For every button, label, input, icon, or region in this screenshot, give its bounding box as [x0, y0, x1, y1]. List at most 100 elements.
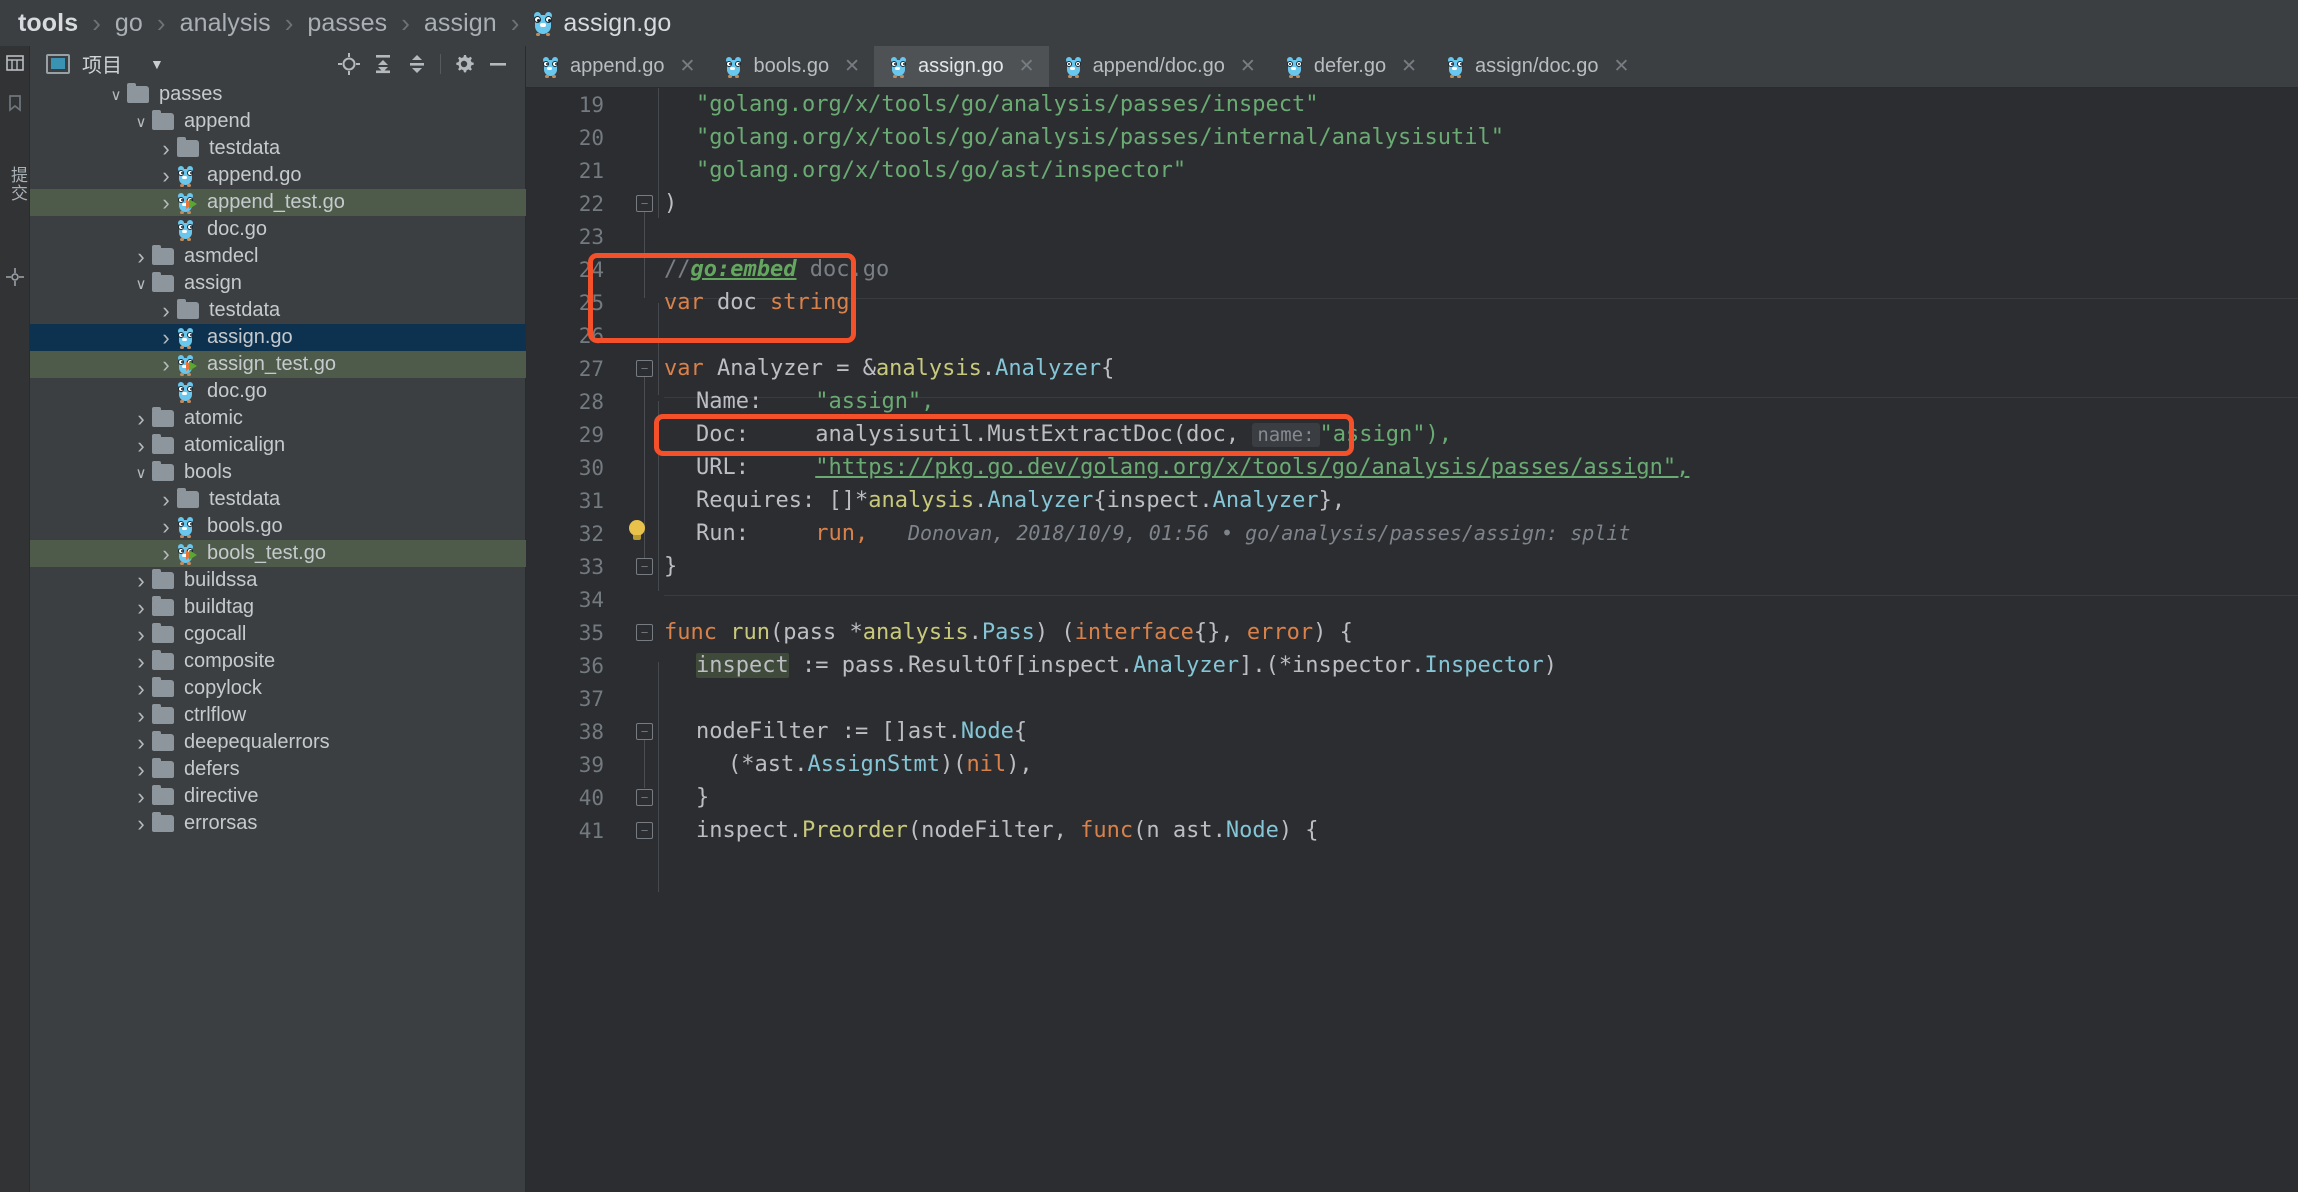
tree-row-testdata[interactable]: testdata [30, 297, 526, 324]
code-line-28[interactable]: Name: "assign", [696, 385, 934, 418]
tree-row-passes[interactable]: passes [30, 81, 526, 108]
breadcrumb-item-analysis[interactable]: analysis [180, 9, 271, 38]
close-icon[interactable]: ✕ [1240, 55, 1256, 78]
chevron-down-icon[interactable] [130, 275, 152, 293]
chevron-right-icon[interactable] [155, 298, 177, 324]
chevron-right-icon[interactable] [130, 784, 152, 810]
lightbulb-icon[interactable] [626, 520, 648, 542]
editor-tab-assign-go[interactable]: assign.go ✕ [874, 46, 1049, 87]
chevron-right-icon[interactable] [155, 136, 177, 162]
editor-tab-append-go[interactable]: append.go ✕ [526, 46, 709, 87]
breadcrumb-item-assign[interactable]: assign [424, 9, 497, 38]
code-line-30[interactable]: URL: "https://pkg.go.dev/golang.org/x/to… [696, 451, 1689, 484]
chevron-right-icon[interactable] [155, 163, 177, 189]
chevron-right-icon[interactable] [130, 595, 152, 621]
breadcrumb-item-passes[interactable]: passes [307, 9, 387, 38]
code-line-33[interactable]: } [664, 550, 677, 583]
tree-row-append-go[interactable]: append.go [30, 162, 526, 189]
tree-row-copylock[interactable]: copylock [30, 675, 526, 702]
editor-tab-defer-go[interactable]: defer.go ✕ [1270, 46, 1431, 87]
tree-row-bools[interactable]: bools [30, 459, 526, 486]
tree-row-testdata[interactable]: testdata [30, 486, 526, 513]
breadcrumb-item-tools[interactable]: tools [18, 9, 78, 38]
code-line-40[interactable]: } [696, 781, 709, 814]
code-line-31[interactable]: Requires: []*analysis.Analyzer{inspect.A… [696, 484, 1345, 517]
chevron-right-icon[interactable] [155, 487, 177, 513]
code-line-41[interactable]: inspect.Preorder(nodeFilter, func(n ast.… [696, 814, 1319, 847]
editor-tab-append-doc-go[interactable]: append/doc.go ✕ [1049, 46, 1270, 87]
fold-marker-imports[interactable] [636, 195, 653, 212]
close-icon[interactable]: ✕ [844, 55, 860, 78]
tree-row-doc-go[interactable]: doc.go [30, 216, 526, 243]
code-line-36[interactable]: inspect := pass.ResultOf[inspect.Analyze… [696, 649, 1557, 682]
breadcrumb-item-go[interactable]: go [115, 9, 143, 38]
tree-row-append-test-go[interactable]: append_test.go [30, 189, 526, 216]
chevron-down-icon[interactable] [105, 86, 127, 104]
fold-marker-analyzer[interactable] [636, 360, 653, 377]
settings-gear-icon[interactable] [447, 49, 481, 79]
fold-marker-run[interactable] [636, 624, 653, 641]
fold-marker-nodefilter[interactable] [636, 723, 653, 740]
chevron-down-icon[interactable] [130, 464, 152, 482]
chevron-right-icon[interactable] [155, 190, 177, 216]
code-line-32[interactable]: Run: run, Donovan, 2018/10/9, 01:56 • go… [696, 517, 1630, 550]
breadcrumb-item-file[interactable]: assign.go [563, 9, 671, 38]
chevron-down-icon[interactable] [130, 113, 152, 131]
tree-row-composite[interactable]: composite [30, 648, 526, 675]
tree-row-testdata[interactable]: testdata [30, 135, 526, 162]
commit-tool-label[interactable]: 提交 [0, 166, 30, 202]
collapse-all-icon[interactable] [400, 49, 434, 79]
bookmark-icon[interactable] [0, 88, 30, 118]
url-link[interactable]: "https://pkg.go.dev/golang.org/x/tools/g… [815, 455, 1689, 480]
tree-row-assign[interactable]: assign [30, 270, 526, 297]
code-content[interactable]: "golang.org/x/tools/go/analysis/passes/i… [658, 88, 2298, 1192]
tree-row-asmdecl[interactable]: asmdecl [30, 243, 526, 270]
tree-row-deepequalerrors[interactable]: deepequalerrors [30, 729, 526, 756]
tree-row-cgocall[interactable]: cgocall [30, 621, 526, 648]
tree-row-assign-test-go[interactable]: assign_test.go [30, 351, 526, 378]
editor-tab-assign-doc-go[interactable]: assign/doc.go ✕ [1431, 46, 1643, 87]
code-line-35[interactable]: func run(pass *analysis.Pass) (interface… [664, 616, 1353, 649]
chevron-right-icon[interactable] [130, 676, 152, 702]
chevron-right-icon[interactable] [155, 325, 177, 351]
code-line-24[interactable]: //go:embed doc.go [664, 253, 889, 286]
chevron-right-icon[interactable] [130, 244, 152, 270]
chevron-right-icon[interactable] [155, 352, 177, 378]
code-line-25[interactable]: var doc string [664, 286, 849, 319]
tree-row-ctrlflow[interactable]: ctrlflow [30, 702, 526, 729]
tree-row-directive[interactable]: directive [30, 783, 526, 810]
fold-marker-analyzer-end[interactable] [636, 558, 653, 575]
chevron-right-icon[interactable] [130, 406, 152, 432]
project-tree[interactable]: passes append testdata append.go append_test… [30, 81, 526, 1192]
tree-row-append[interactable]: append [30, 108, 526, 135]
fold-marker-nodefilter-end[interactable] [636, 789, 653, 806]
chevron-right-icon[interactable] [130, 730, 152, 756]
hide-panel-icon[interactable] [481, 49, 515, 79]
locate-file-icon[interactable] [332, 49, 366, 79]
chevron-down-icon[interactable]: ▼ [150, 56, 164, 72]
code-line-21[interactable]: "golang.org/x/tools/go/ast/inspector" [696, 154, 1186, 187]
expand-all-icon[interactable] [366, 49, 400, 79]
chevron-right-icon[interactable] [130, 433, 152, 459]
code-line-19[interactable]: "golang.org/x/tools/go/analysis/passes/i… [696, 88, 1319, 121]
code-line-39[interactable]: (*ast.AssignStmt)(nil), [728, 748, 1033, 781]
chevron-right-icon[interactable] [130, 622, 152, 648]
close-icon[interactable]: ✕ [1613, 55, 1629, 78]
code-viewport[interactable]: 19 20 21 22 23 24 25 26 27 28 29 30 31 32 33 34 35 36 37 38… [526, 88, 2298, 1192]
tree-row-doc-go[interactable]: doc.go [30, 378, 526, 405]
tree-row-errorsas[interactable]: errorsas [30, 810, 526, 837]
chevron-right-icon[interactable] [130, 568, 152, 594]
code-line-22[interactable]: ) [664, 187, 677, 220]
chevron-right-icon[interactable] [130, 811, 152, 837]
tree-row-assign-go[interactable]: assign.go [30, 324, 526, 351]
fold-marker-preorder[interactable] [636, 822, 653, 839]
close-icon[interactable]: ✕ [1019, 55, 1035, 78]
code-line-20[interactable]: "golang.org/x/tools/go/analysis/passes/i… [696, 121, 1504, 154]
tree-row-atomic[interactable]: atomic [30, 405, 526, 432]
tree-row-atomicalign[interactable]: atomicalign [30, 432, 526, 459]
chevron-right-icon[interactable] [155, 541, 177, 567]
editor-tab-bools-go[interactable]: bools.go ✕ [709, 46, 874, 87]
tree-row-buildssa[interactable]: buildssa [30, 567, 526, 594]
tree-row-bools-test-go[interactable]: bools_test.go [30, 540, 526, 567]
chevron-right-icon[interactable] [155, 514, 177, 540]
